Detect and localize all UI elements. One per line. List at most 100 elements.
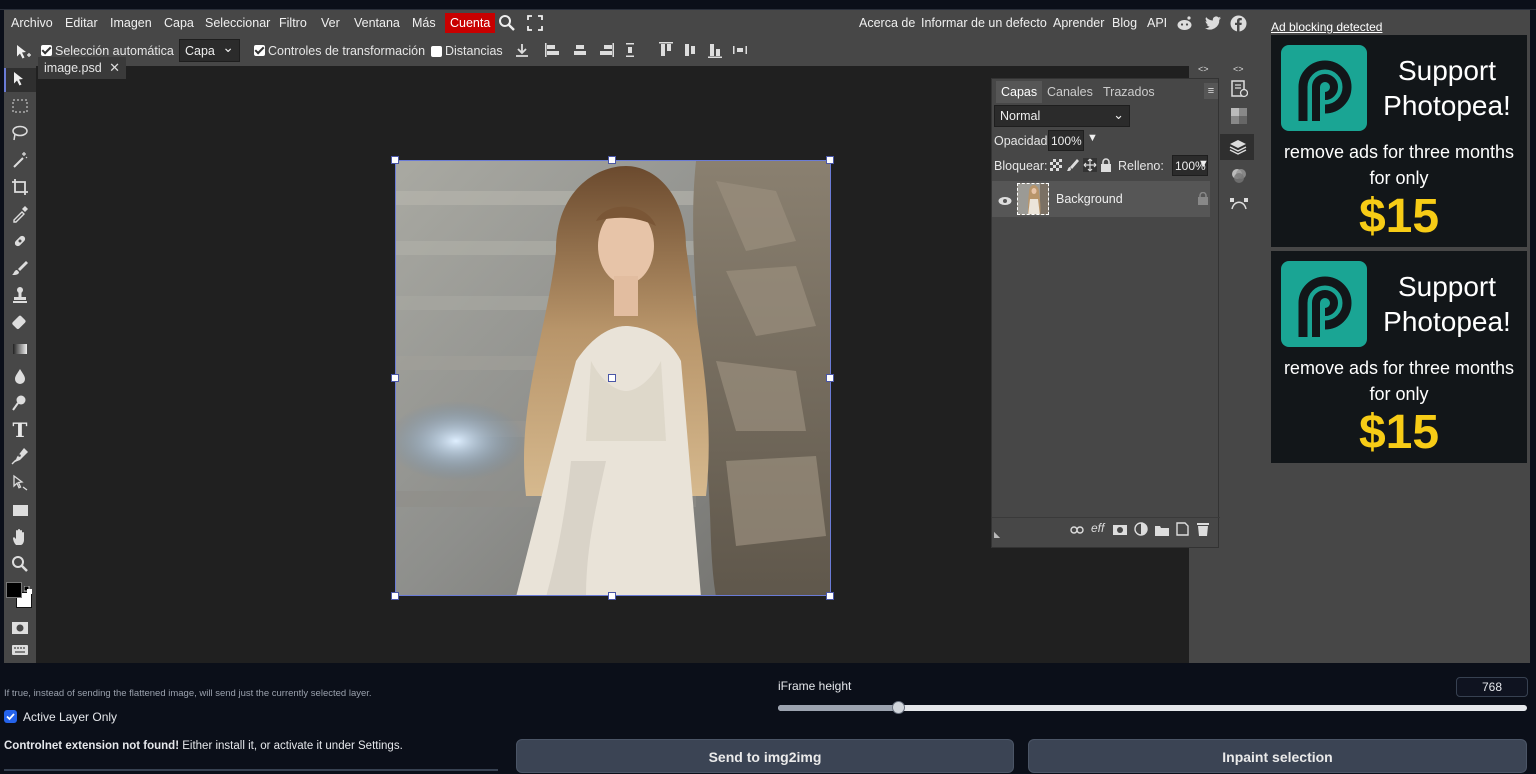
quick-mask-icon[interactable] <box>10 619 30 639</box>
menu-ver[interactable]: Ver <box>321 16 340 30</box>
ad-banner-2[interactable]: Support Photopea! remove ads for three m… <box>1271 251 1527 463</box>
menu-cuenta[interactable]: Cuenta <box>445 13 496 33</box>
search-icon[interactable] <box>498 14 516 32</box>
transform-handle-left[interactable] <box>391 374 399 382</box>
opacity-dropdown-icon[interactable]: ▼ <box>1087 132 1098 144</box>
layer-mask-icon[interactable] <box>1113 523 1127 535</box>
distribute-horizontal-icon[interactable] <box>732 42 748 58</box>
delete-layer-icon[interactable] <box>1197 522 1209 536</box>
marquee-tool-icon[interactable] <box>10 97 30 117</box>
fill-dropdown-icon[interactable]: ▼ <box>1198 158 1209 170</box>
facebook-icon[interactable] <box>1230 15 1247 32</box>
fullscreen-icon[interactable] <box>527 15 543 31</box>
type-tool-icon[interactable]: T <box>10 420 30 440</box>
auto-select-checkbox[interactable] <box>41 45 52 56</box>
collapse-dock-icon[interactable]: <> <box>1233 64 1244 74</box>
menu-editar[interactable]: Editar <box>65 16 98 30</box>
menu-capa[interactable]: Capa <box>164 16 194 30</box>
menu-ventana[interactable]: Ventana <box>354 16 400 30</box>
menu-aprender[interactable]: Aprender <box>1053 16 1104 30</box>
rectangle-tool-icon[interactable] <box>10 501 30 521</box>
history-icon[interactable] <box>1230 80 1249 98</box>
clone-stamp-tool-icon[interactable] <box>10 286 30 306</box>
transform-handle-center[interactable] <box>608 374 616 382</box>
resize-grip-icon[interactable]: ◣ <box>994 530 1000 539</box>
align-middle-icon[interactable] <box>682 42 698 58</box>
align-left-icon[interactable] <box>545 42 561 58</box>
lock-position-icon[interactable] <box>1083 158 1097 172</box>
document-tab[interactable]: image.psd ✕ <box>38 57 126 79</box>
layers-icon[interactable] <box>1229 138 1247 156</box>
eye-icon[interactable] <box>998 193 1012 205</box>
transform-handle-top-left[interactable] <box>391 156 399 164</box>
layer-effects-icon[interactable]: eff <box>1091 521 1104 535</box>
menu-mas[interactable]: Más <box>412 16 436 30</box>
auto-select-target-dropdown[interactable]: Capa <box>179 39 240 62</box>
layer-row-background[interactable]: Background <box>992 181 1210 217</box>
menu-api[interactable]: API <box>1147 16 1167 30</box>
channels-icon[interactable] <box>1230 167 1248 185</box>
gradient-tool-icon[interactable] <box>10 340 30 360</box>
link-layers-icon[interactable] <box>1070 523 1084 535</box>
magic-wand-tool-icon[interactable] <box>10 151 30 171</box>
distances-checkbox[interactable] <box>431 46 442 57</box>
menu-acerca-de[interactable]: Acerca de <box>859 16 915 30</box>
blend-mode-dropdown[interactable]: Normal ⌄ <box>994 105 1130 127</box>
transform-handle-top[interactable] <box>608 156 616 164</box>
tab-canales[interactable]: Canales <box>1047 85 1093 99</box>
menu-blog[interactable]: Blog <box>1112 16 1137 30</box>
transform-handle-right[interactable] <box>826 374 834 382</box>
color-swatches[interactable] <box>5 581 35 611</box>
move-tool-icon[interactable] <box>10 70 30 90</box>
close-tab-icon[interactable]: ✕ <box>109 60 120 76</box>
transform-controls-checkbox[interactable] <box>254 45 265 56</box>
brush-tool-icon[interactable] <box>10 259 30 279</box>
transform-handle-top-right[interactable] <box>826 156 834 164</box>
iframe-height-input[interactable]: 768 <box>1456 677 1528 697</box>
tab-trazados[interactable]: Trazados <box>1103 85 1155 99</box>
lock-pixels-icon[interactable] <box>1067 158 1079 172</box>
menu-archivo[interactable]: Archivo <box>11 16 53 30</box>
pen-tool-icon[interactable] <box>10 447 30 467</box>
menu-filtro[interactable]: Filtro <box>279 16 307 30</box>
collapse-panel-icon[interactable]: <> <box>1198 64 1209 74</box>
reddit-icon[interactable] <box>1176 15 1193 32</box>
active-layer-checkbox[interactable] <box>4 710 17 723</box>
keyboard-icon[interactable] <box>10 641 30 661</box>
tab-capas[interactable]: Capas <box>996 81 1043 103</box>
send-to-img2img-button[interactable]: Send to img2img <box>516 739 1014 773</box>
eyedropper-tool-icon[interactable] <box>10 205 30 225</box>
new-layer-icon[interactable] <box>1176 522 1189 536</box>
swatches-icon[interactable] <box>1230 107 1248 125</box>
distribute-vertical-icon[interactable] <box>622 42 638 58</box>
blur-tool-icon[interactable] <box>10 367 30 387</box>
menu-seleccionar[interactable]: Seleccionar <box>205 16 270 30</box>
align-top-icon[interactable] <box>658 42 674 58</box>
path-select-tool-icon[interactable] <box>10 474 30 494</box>
align-center-icon[interactable] <box>572 42 588 58</box>
transform-handle-bottom-right[interactable] <box>826 592 834 600</box>
transform-handle-bottom[interactable] <box>608 592 616 600</box>
lock-all-icon[interactable] <box>1100 158 1112 172</box>
zoom-tool-icon[interactable] <box>10 555 30 575</box>
menu-informar-defecto[interactable]: Informar de un defecto <box>921 16 1047 30</box>
align-bottom-icon[interactable] <box>707 42 723 58</box>
crop-tool-icon[interactable] <box>10 178 30 198</box>
new-group-icon[interactable] <box>1155 523 1169 536</box>
download-icon[interactable] <box>514 42 530 58</box>
iframe-height-slider-thumb[interactable] <box>891 701 905 714</box>
lock-transparency-icon[interactable] <box>1050 159 1062 171</box>
panel-menu-icon[interactable]: ≡ <box>1204 83 1218 99</box>
hand-tool-icon[interactable] <box>10 528 30 548</box>
paths-icon[interactable] <box>1230 194 1248 212</box>
foreground-color-swatch[interactable] <box>6 582 22 598</box>
opacity-input[interactable]: 100% <box>1048 130 1084 151</box>
dodge-tool-icon[interactable] <box>10 394 30 414</box>
swap-colors-icon[interactable] <box>23 581 32 594</box>
healing-brush-tool-icon[interactable] <box>10 232 30 252</box>
iframe-height-slider[interactable] <box>778 701 1527 714</box>
ad-blocking-link[interactable]: Ad blocking detected <box>1271 20 1382 34</box>
adjustment-layer-icon[interactable] <box>1134 522 1148 536</box>
lasso-tool-icon[interactable] <box>10 124 30 144</box>
transform-handle-bottom-left[interactable] <box>391 592 399 600</box>
